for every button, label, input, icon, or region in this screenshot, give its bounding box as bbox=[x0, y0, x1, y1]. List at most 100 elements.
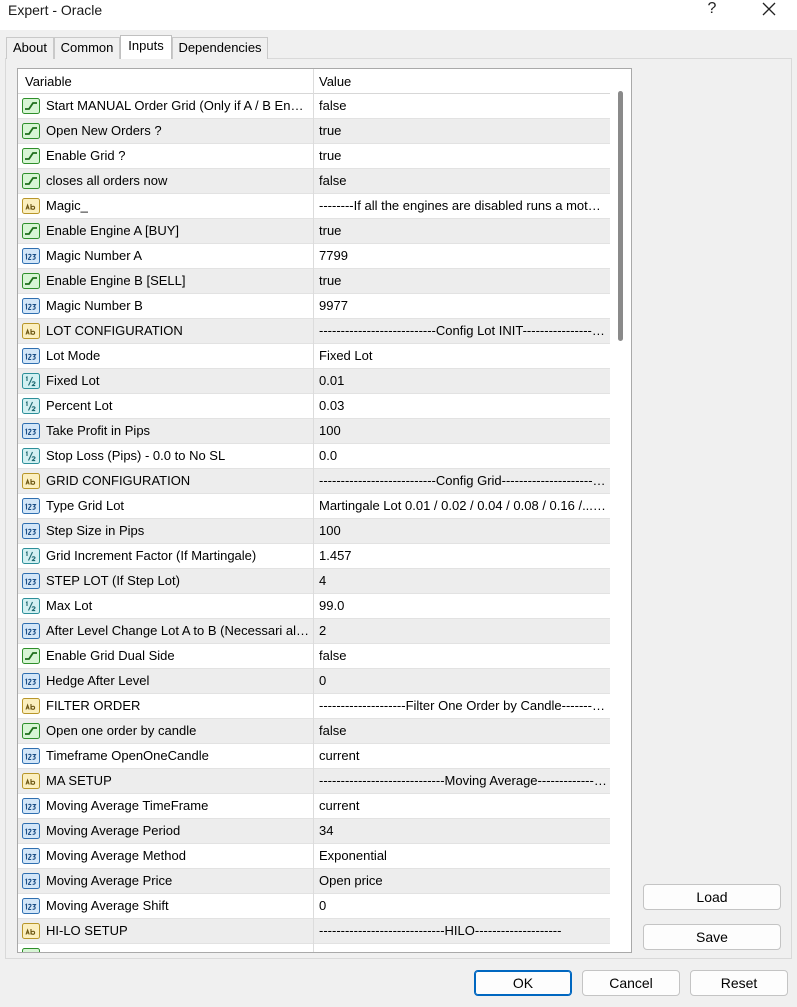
input-row[interactable]: FILTER ORDER --------------------Filter O… bbox=[18, 694, 610, 719]
input-value-cell[interactable]: 100 bbox=[319, 423, 607, 438]
input-row[interactable]: Moving Average Method Exponential bbox=[18, 844, 610, 869]
input-value-cell[interactable]: 34 bbox=[319, 823, 607, 838]
input-row[interactable]: Moving Average Price Open price bbox=[18, 869, 610, 894]
input-value-cell[interactable]: current bbox=[319, 748, 607, 763]
input-variable-name: Enable Engine A [BUY] bbox=[46, 223, 179, 238]
input-row[interactable]: Lot Mode Fixed Lot bbox=[18, 344, 610, 369]
cancel-button[interactable]: Cancel bbox=[582, 970, 680, 996]
input-value-cell[interactable]: false bbox=[319, 98, 607, 113]
input-variable-name: MA SETUP bbox=[46, 773, 112, 788]
input-value-cell[interactable]: 99.0 bbox=[319, 598, 607, 613]
input-variable-name: closes all orders now bbox=[46, 173, 168, 188]
tab-dependencies[interactable]: Dependencies bbox=[172, 37, 268, 59]
input-value-cell[interactable]: Martingale Lot 0.01 / 0.02 / 0.04 / 0.08… bbox=[319, 498, 607, 513]
input-value-cell[interactable]: 1.457 bbox=[319, 548, 607, 563]
input-value-cell[interactable]: true bbox=[319, 223, 607, 238]
input-row[interactable]: MA SETUP -----------------------------Mov… bbox=[18, 769, 610, 794]
input-value-cell[interactable]: Open price bbox=[319, 873, 607, 888]
input-value-cell[interactable]: 0.0 bbox=[319, 448, 607, 463]
scrollbar-thumb[interactable] bbox=[618, 91, 623, 341]
input-variable-name: Step Size in Pips bbox=[46, 523, 145, 538]
input-value-cell[interactable]: 2 bbox=[319, 623, 607, 638]
input-value-cell[interactable]: false bbox=[319, 723, 607, 738]
input-row[interactable]: Open one order by candle false bbox=[18, 719, 610, 744]
input-row[interactable]: Hedge After Level 0 bbox=[18, 669, 610, 694]
input-row[interactable]: Enable Engine B [SELL] true bbox=[18, 269, 610, 294]
double-icon bbox=[22, 598, 40, 614]
input-row[interactable]: LOT CONFIGURATION -----------------------… bbox=[18, 319, 610, 344]
input-row[interactable]: Magic_ --------If all the engines are dis… bbox=[18, 194, 610, 219]
input-row[interactable]: Magic Number A 7799 bbox=[18, 244, 610, 269]
input-row[interactable]: Timeframe OpenOneCandle current bbox=[18, 744, 610, 769]
input-row[interactable]: Enable Grid Dual Side false bbox=[18, 644, 610, 669]
input-row[interactable]: Start MANUAL Order Grid (Only if A / B E… bbox=[18, 94, 610, 119]
input-row[interactable]: Enable Engine A [BUY] true bbox=[18, 219, 610, 244]
input-value-cell[interactable]: 0.03 bbox=[319, 398, 607, 413]
input-row[interactable]: Open New Orders ? true bbox=[18, 119, 610, 144]
cell-divider bbox=[313, 744, 314, 769]
integer-icon bbox=[22, 848, 40, 864]
column-header-variable[interactable]: Variable bbox=[25, 74, 72, 89]
input-value-cell[interactable]: Fixed Lot bbox=[319, 348, 607, 363]
inputs-grid: Variable Value Start MANUAL Order Grid (… bbox=[17, 68, 632, 953]
input-row[interactable]: Max Lot 99.0 bbox=[18, 594, 610, 619]
input-value-cell[interactable]: 0.01 bbox=[319, 373, 607, 388]
input-row[interactable]: HI-LO SETUP -----------------------------… bbox=[18, 919, 610, 944]
input-row[interactable]: STEP LOT (If Step Lot) 4 bbox=[18, 569, 610, 594]
input-value-cell[interactable]: --------If all the engines are disabled … bbox=[319, 198, 607, 213]
input-value-cell[interactable]: -----------------------------HILO-------… bbox=[319, 923, 607, 938]
input-value-cell[interactable]: current bbox=[319, 798, 607, 813]
help-button[interactable]: ? bbox=[700, 0, 724, 20]
input-value-cell[interactable]: Exponential bbox=[319, 848, 607, 863]
input-row[interactable]: Moving Average Shift 0 bbox=[18, 894, 610, 919]
input-row[interactable]: Enable Grid ? true bbox=[18, 144, 610, 169]
input-value-cell[interactable]: true bbox=[319, 148, 607, 163]
input-value-cell[interactable]: --------------------Filter One Order by … bbox=[319, 698, 607, 713]
integer-icon bbox=[22, 523, 40, 539]
input-value-cell[interactable]: 7799 bbox=[319, 248, 607, 263]
input-row[interactable]: Grid Increment Factor (If Martingale) 1.4… bbox=[18, 544, 610, 569]
input-value-cell[interactable]: true bbox=[319, 273, 607, 288]
cell-divider bbox=[313, 469, 314, 494]
input-value-cell[interactable]: false bbox=[319, 173, 607, 188]
input-row[interactable]: Fixed Lot 0.01 bbox=[18, 369, 610, 394]
input-value-cell[interactable]: 0 bbox=[319, 673, 607, 688]
cell-divider bbox=[313, 519, 314, 544]
input-row[interactable]: Stop Loss (Pips) - 0.0 to No SL 0.0 bbox=[18, 444, 610, 469]
save-button[interactable]: Save bbox=[643, 924, 781, 950]
load-button[interactable]: Load bbox=[643, 884, 781, 910]
input-row[interactable]: Take Profit in Pips 100 bbox=[18, 419, 610, 444]
column-divider[interactable] bbox=[313, 69, 314, 94]
reset-button[interactable]: Reset bbox=[690, 970, 788, 996]
tab-common[interactable]: Common bbox=[54, 37, 120, 59]
input-value-cell[interactable]: -----------------------------Moving Aver… bbox=[319, 773, 607, 788]
input-row[interactable]: After Level Change Lot A to B (Necessari… bbox=[18, 619, 610, 644]
input-value-cell[interactable]: 9977 bbox=[319, 298, 607, 313]
vertical-scrollbar[interactable] bbox=[610, 69, 631, 952]
input-row[interactable]: Magic Number B 9977 bbox=[18, 294, 610, 319]
input-variable-name: Take Profit in Pips bbox=[46, 423, 151, 438]
input-variable-name: Fixed Lot bbox=[46, 373, 100, 388]
ok-button[interactable]: OK bbox=[474, 970, 572, 996]
input-row[interactable]: Moving Average Period 34 bbox=[18, 819, 610, 844]
input-value-cell[interactable]: ---------------------------Config Lot IN… bbox=[319, 323, 607, 338]
input-row[interactable]: Type Grid Lot Martingale Lot 0.01 / 0.02 … bbox=[18, 494, 610, 519]
close-button[interactable] bbox=[756, 0, 782, 20]
bool-icon bbox=[22, 123, 40, 139]
integer-icon bbox=[22, 498, 40, 514]
input-row[interactable]: Step Size in Pips 100 bbox=[18, 519, 610, 544]
input-value-cell[interactable]: ---------------------------Config Grid--… bbox=[319, 473, 607, 488]
input-row[interactable]: Percent Lot 0.03 bbox=[18, 394, 610, 419]
input-row[interactable]: closes all orders now false bbox=[18, 169, 610, 194]
column-header-value[interactable]: Value bbox=[319, 74, 351, 89]
input-value-cell[interactable]: 100 bbox=[319, 523, 607, 538]
tab-about[interactable]: About bbox=[6, 37, 54, 59]
input-value-cell[interactable]: 4 bbox=[319, 573, 607, 588]
tab-inputs[interactable]: Inputs bbox=[120, 35, 172, 59]
input-value-cell[interactable]: false bbox=[319, 648, 607, 663]
input-row[interactable] bbox=[18, 944, 610, 952]
input-value-cell[interactable]: true bbox=[319, 123, 607, 138]
input-value-cell[interactable]: 0 bbox=[319, 898, 607, 913]
input-row[interactable]: Moving Average TimeFrame current bbox=[18, 794, 610, 819]
input-row[interactable]: GRID CONFIGURATION ----------------------… bbox=[18, 469, 610, 494]
